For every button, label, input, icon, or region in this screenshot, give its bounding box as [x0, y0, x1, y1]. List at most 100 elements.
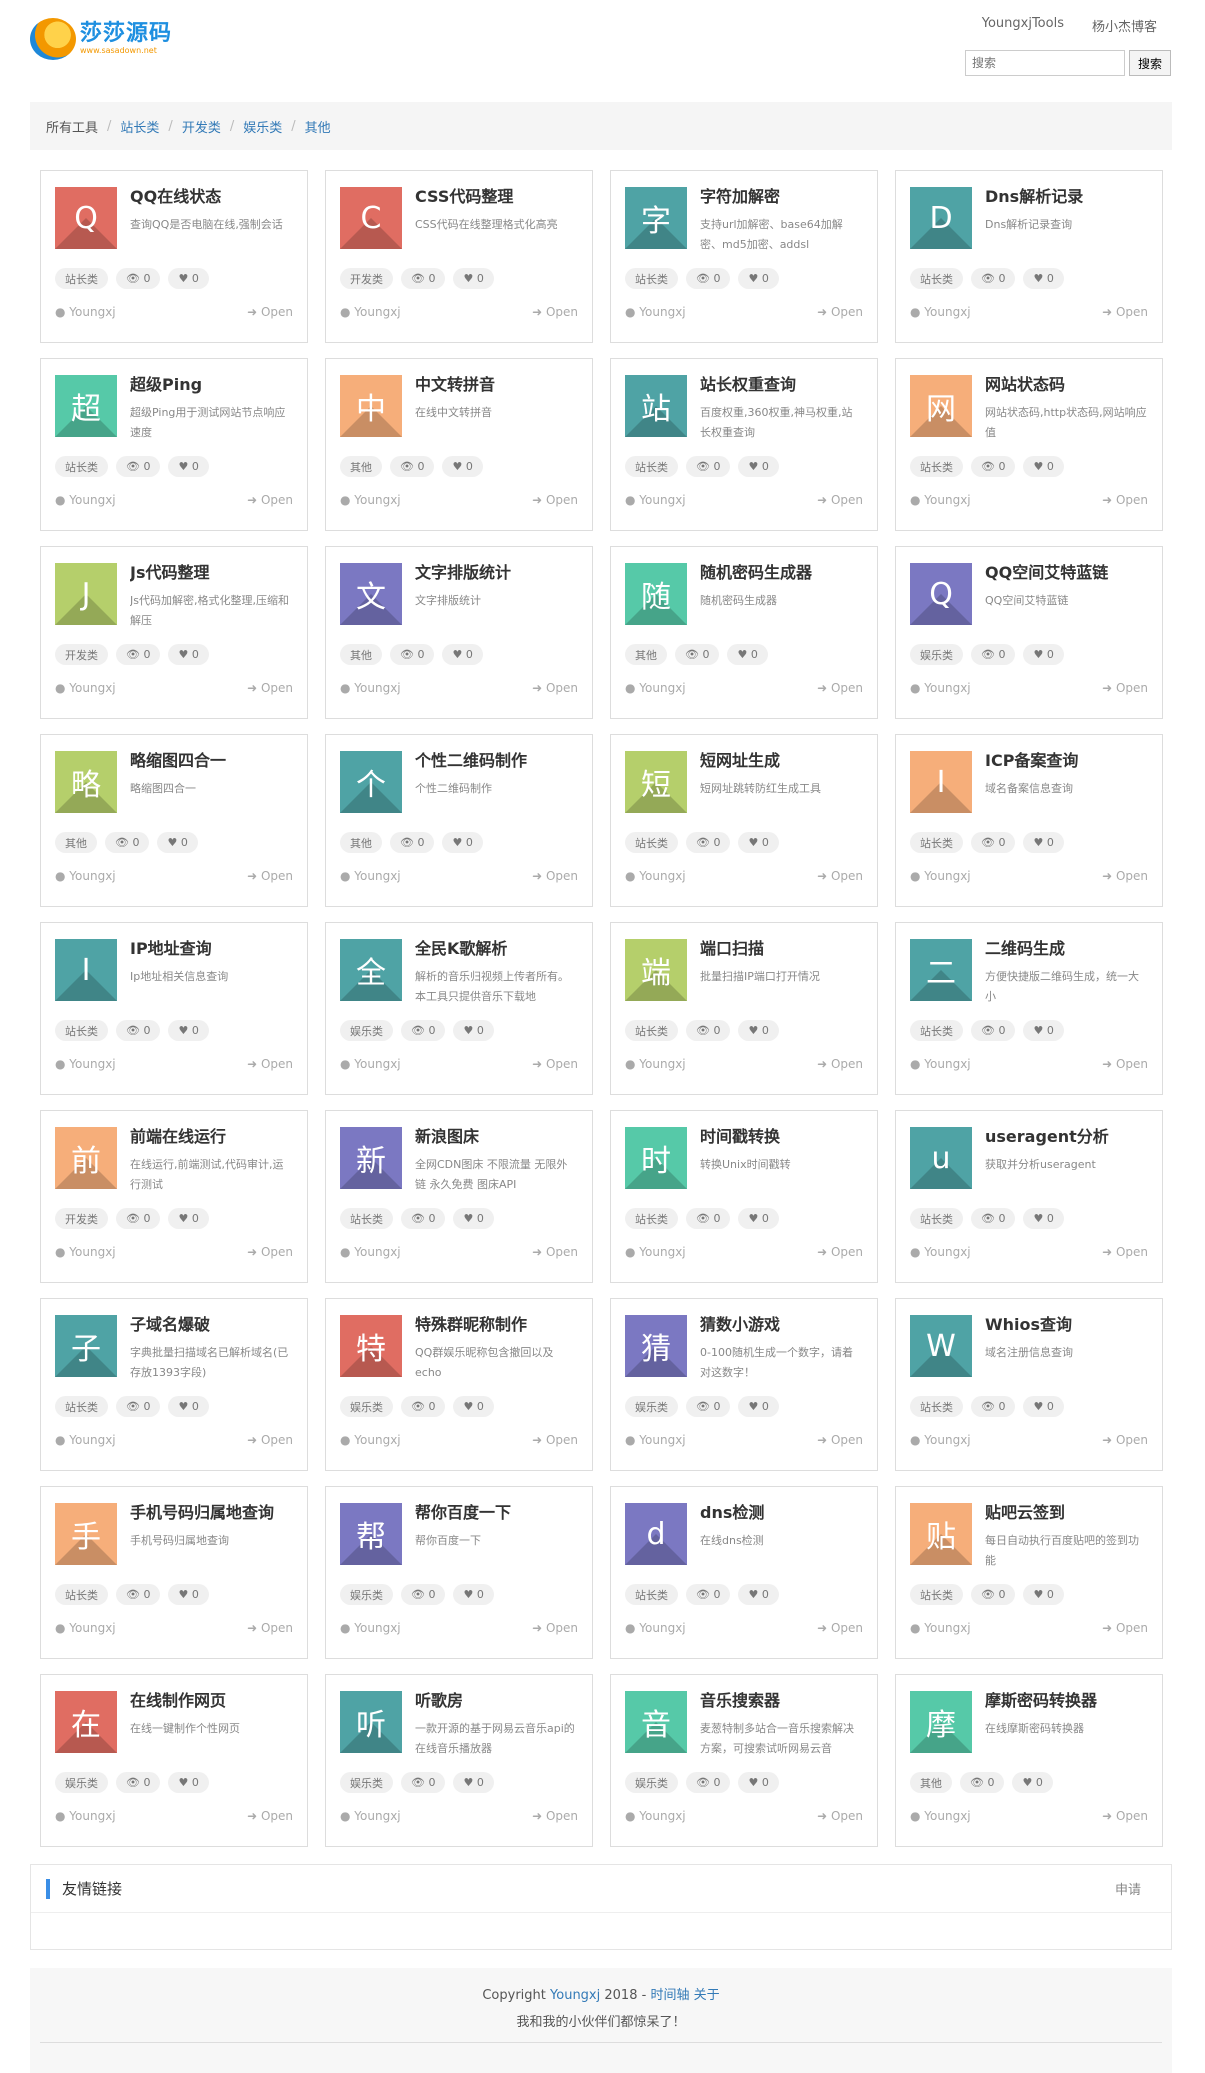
open-link[interactable]: ➜ Open [532, 305, 578, 319]
tool-title[interactable]: QQ空间艾特蓝链 [985, 559, 1152, 583]
tool-card[interactable]: I IP地址查询 Ip地址相关信息查询 站长类 👁︎ 0 ♥ 0 ● Young… [40, 922, 308, 1095]
like-button[interactable]: ♥ 0 [453, 1584, 494, 1605]
tool-card[interactable]: 贴 贴吧云签到 每日自动执行百度贴吧的签到功能 站长类 👁︎ 0 ♥ 0 ● Y… [895, 1486, 1163, 1659]
open-link[interactable]: ➜ Open [1102, 1433, 1148, 1447]
like-button[interactable]: ♥ 0 [453, 1772, 494, 1793]
like-button[interactable]: ♥ 0 [738, 1772, 779, 1793]
category-tag[interactable]: 站长类 [625, 268, 678, 289]
tool-card[interactable]: C CSS代码整理 CSS代码在线整理格式化高亮 开发类 👁︎ 0 ♥ 0 ● … [325, 170, 593, 343]
breadcrumb-other[interactable]: 其他 [305, 117, 331, 136]
tool-card[interactable]: 帮 帮你百度一下 帮你百度一下 娱乐类 👁︎ 0 ♥ 0 ● Youngxj ➜… [325, 1486, 593, 1659]
open-link[interactable]: ➜ Open [247, 493, 293, 507]
category-tag[interactable]: 站长类 [910, 832, 963, 853]
category-tag[interactable]: 站长类 [625, 1208, 678, 1229]
tool-card[interactable]: 前 前端在线运行 在线运行,前端测试,代码审计,运行测试 开发类 👁︎ 0 ♥ … [40, 1110, 308, 1283]
category-tag[interactable]: 站长类 [55, 1020, 108, 1041]
open-link[interactable]: ➜ Open [817, 1621, 863, 1635]
tool-card[interactable]: 略 略缩图四合一 略缩图四合一 其他 👁︎ 0 ♥ 0 ● Youngxj ➜ … [40, 734, 308, 907]
like-button[interactable]: ♥ 0 [1023, 1584, 1064, 1605]
open-link[interactable]: ➜ Open [247, 1621, 293, 1635]
open-link[interactable]: ➜ Open [532, 1245, 578, 1259]
category-tag[interactable]: 娱乐类 [625, 1772, 678, 1793]
category-tag[interactable]: 开发类 [340, 268, 393, 289]
tool-title[interactable]: 特殊群昵称制作 [415, 1311, 582, 1335]
tool-title[interactable]: 子域名爆破 [130, 1311, 297, 1335]
like-button[interactable]: ♥ 0 [168, 456, 209, 477]
tool-card[interactable]: 全 全民K歌解析 解析的音乐归视频上传者所有。本工具只提供音乐下载地 娱乐类 👁… [325, 922, 593, 1095]
category-tag[interactable]: 站长类 [625, 1020, 678, 1041]
category-tag[interactable]: 娱乐类 [55, 1772, 108, 1793]
tool-title[interactable]: QQ在线状态 [130, 183, 297, 207]
category-tag[interactable]: 开发类 [55, 1208, 108, 1229]
open-link[interactable]: ➜ Open [817, 305, 863, 319]
like-button[interactable]: ♥ 0 [168, 1020, 209, 1041]
like-button[interactable]: ♥ 0 [453, 1020, 494, 1041]
open-link[interactable]: ➜ Open [247, 1245, 293, 1259]
category-tag[interactable]: 其他 [910, 1772, 952, 1793]
category-tag[interactable]: 娱乐类 [340, 1772, 393, 1793]
open-link[interactable]: ➜ Open [817, 1809, 863, 1823]
nav-link-youngxjtools[interactable]: YoungxjTools [982, 16, 1064, 35]
tool-title[interactable]: 文字排版统计 [415, 559, 582, 583]
tool-card[interactable]: J Js代码整理 Js代码加解密,格式化整理,压缩和解压 开发类 👁︎ 0 ♥ … [40, 546, 308, 719]
category-tag[interactable]: 站长类 [910, 1396, 963, 1417]
breadcrumb-all-tools[interactable]: 所有工具 [46, 117, 98, 136]
tool-card[interactable]: 端 端口扫描 批量扫描IP端口打开情况 站长类 👁︎ 0 ♥ 0 ● Young… [610, 922, 878, 1095]
tool-title[interactable]: 音乐搜索器 [700, 1687, 867, 1711]
breadcrumb-dev[interactable]: 开发类 [182, 117, 221, 136]
like-button[interactable]: ♥ 0 [738, 1584, 779, 1605]
like-button[interactable]: ♥ 0 [453, 1208, 494, 1229]
tool-title[interactable]: 帮你百度一下 [415, 1499, 582, 1523]
footer-author-link[interactable]: Youngxj [550, 1988, 600, 2003]
tool-card[interactable]: 手 手机号码归属地查询 手机号码归属地查询 站长类 👁︎ 0 ♥ 0 ● You… [40, 1486, 308, 1659]
category-tag[interactable]: 娱乐类 [340, 1020, 393, 1041]
like-button[interactable]: ♥ 0 [168, 268, 209, 289]
open-link[interactable]: ➜ Open [1102, 305, 1148, 319]
tool-title[interactable]: 听歌房 [415, 1687, 582, 1711]
like-button[interactable]: ♥ 0 [1023, 1020, 1064, 1041]
open-link[interactable]: ➜ Open [247, 869, 293, 883]
open-link[interactable]: ➜ Open [247, 1057, 293, 1071]
open-link[interactable]: ➜ Open [1102, 681, 1148, 695]
like-button[interactable]: ♥ 0 [168, 1772, 209, 1793]
open-link[interactable]: ➜ Open [817, 1057, 863, 1071]
category-tag[interactable]: 站长类 [910, 1584, 963, 1605]
tool-title[interactable]: CSS代码整理 [415, 183, 582, 207]
tool-card[interactable]: 特 特殊群昵称制作 QQ群娱乐昵称包含撤回以及echo 娱乐类 👁︎ 0 ♥ 0… [325, 1298, 593, 1471]
like-button[interactable]: ♥ 0 [442, 644, 483, 665]
tool-card[interactable]: 中 中文转拼音 在线中文转拼音 其他 👁︎ 0 ♥ 0 ● Youngxj ➜ … [325, 358, 593, 531]
like-button[interactable]: ♥ 0 [738, 1208, 779, 1229]
like-button[interactable]: ♥ 0 [1023, 644, 1064, 665]
tool-title[interactable]: dns检测 [700, 1499, 867, 1523]
category-tag[interactable]: 站长类 [910, 1208, 963, 1229]
open-link[interactable]: ➜ Open [532, 681, 578, 695]
category-tag[interactable]: 开发类 [55, 644, 108, 665]
category-tag[interactable]: 娱乐类 [625, 1396, 678, 1417]
like-button[interactable]: ♥ 0 [1023, 832, 1064, 853]
like-button[interactable]: ♥ 0 [453, 268, 494, 289]
tool-card[interactable]: 随 随机密码生成器 随机密码生成器 其他 👁︎ 0 ♥ 0 ● Youngxj … [610, 546, 878, 719]
tool-title[interactable]: 贴吧云签到 [985, 1499, 1152, 1523]
tool-card[interactable]: 音 音乐搜索器 麦葱特制多站合一音乐搜索解决方案，可搜索试听网易云音 娱乐类 👁… [610, 1674, 878, 1847]
tool-title[interactable]: 随机密码生成器 [700, 559, 867, 583]
open-link[interactable]: ➜ Open [532, 1057, 578, 1071]
tool-title[interactable]: 摩斯密码转换器 [985, 1687, 1152, 1711]
like-button[interactable]: ♥ 0 [738, 456, 779, 477]
tool-card[interactable]: 文 文字排版统计 文字排版统计 其他 👁︎ 0 ♥ 0 ● Youngxj ➜ … [325, 546, 593, 719]
tool-title[interactable]: 猜数小游戏 [700, 1311, 867, 1335]
category-tag[interactable]: 站长类 [340, 1208, 393, 1229]
like-button[interactable]: ♥ 0 [738, 832, 779, 853]
open-link[interactable]: ➜ Open [247, 305, 293, 319]
tool-title[interactable]: useragent分析 [985, 1123, 1152, 1147]
category-tag[interactable]: 娱乐类 [340, 1396, 393, 1417]
like-button[interactable]: ♥ 0 [1023, 1396, 1064, 1417]
like-button[interactable]: ♥ 0 [738, 1020, 779, 1041]
tool-title[interactable]: 超级Ping [130, 371, 297, 395]
open-link[interactable]: ➜ Open [817, 1433, 863, 1447]
category-tag[interactable]: 站长类 [55, 268, 108, 289]
category-tag[interactable]: 娱乐类 [340, 1584, 393, 1605]
category-tag[interactable]: 站长类 [625, 456, 678, 477]
category-tag[interactable]: 娱乐类 [910, 644, 963, 665]
like-button[interactable]: ♥ 0 [1023, 456, 1064, 477]
tool-title[interactable]: 中文转拼音 [415, 371, 582, 395]
